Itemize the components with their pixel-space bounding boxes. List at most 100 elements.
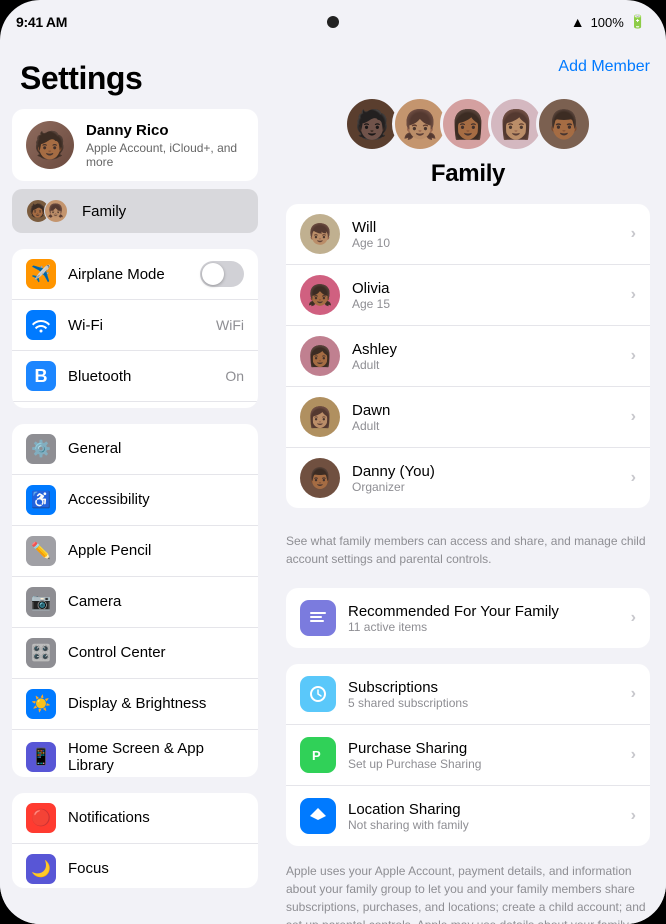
purchase-sharing-icon: P (300, 737, 336, 773)
settings-camera[interactable]: 📷 Camera (12, 577, 258, 628)
settings-airplane-mode[interactable]: ✈️ Airplane Mode (12, 249, 258, 300)
right-header: Add Member (286, 44, 650, 86)
member-will-name: Will (352, 219, 619, 236)
chevron-icon: › (631, 225, 636, 243)
family-avatars-large: 🧑🏿 👧🏽 👩🏾 👩🏽 👨🏾 (286, 96, 650, 152)
member-danny-avatar: 👨🏾 (300, 458, 340, 498)
status-bar: 9:41 AM ▲ 100% 🔋 (0, 0, 666, 44)
status-time: 9:41 AM (16, 14, 67, 30)
settings-group-1: ✈️ Airplane Mode Wi-Fi W (12, 249, 258, 408)
member-dawn-avatar: 👩🏽 (300, 397, 340, 437)
subscriptions-sub: 5 shared subscriptions (348, 696, 619, 710)
member-ashley-age: Adult (352, 358, 619, 372)
settings-notifications[interactable]: 🔴 Notifications (12, 793, 258, 844)
location-sharing-info: Location Sharing Not sharing with family (348, 801, 619, 832)
bluetooth-value: On (225, 368, 244, 384)
settings-home-screen[interactable]: 📱 Home Screen & App Library (12, 730, 258, 777)
member-ashley-avatar: 👩🏾 (300, 336, 340, 376)
chevron-recommended: › (631, 609, 636, 627)
user-card[interactable]: 🧑🏾 Danny Rico Apple Account, iCloud+, an… (12, 109, 258, 181)
settings-group-3: 🔴 Notifications 🌙 Focus ⏱️ Screen Time (12, 793, 258, 888)
home-screen-label: Home Screen & App Library (68, 740, 244, 774)
user-info: Danny Rico Apple Account, iCloud+, and m… (86, 122, 244, 169)
subscriptions-info: Subscriptions 5 shared subscriptions (348, 679, 619, 710)
airplane-mode-label: Airplane Mode (68, 266, 188, 283)
family-avatar-2: 👧🏽 (44, 199, 68, 223)
control-center-label: Control Center (68, 644, 244, 661)
feature-subscriptions[interactable]: Subscriptions 5 shared subscriptions › (286, 664, 650, 725)
accessibility-icon: ♿ (26, 485, 56, 515)
settings-group-2: ⚙️ General ♿ Accessibility ✏️ Apple Penc… (12, 424, 258, 777)
settings-control-center[interactable]: 🎛️ Control Center (12, 628, 258, 679)
general-label: General (68, 440, 244, 457)
feature-location-sharing[interactable]: Location Sharing Not sharing with family… (286, 786, 650, 846)
member-dawn-age: Adult (352, 419, 619, 433)
user-name: Danny Rico (86, 122, 244, 139)
purchase-sharing-name: Purchase Sharing (348, 740, 619, 757)
camera-label: Camera (68, 593, 244, 610)
feature-recommended[interactable]: Recommended For Your Family 11 active it… (286, 588, 650, 648)
location-sharing-icon (300, 798, 336, 834)
settings-display[interactable]: ☀️ Display & Brightness (12, 679, 258, 730)
wifi-label: Wi-Fi (68, 317, 204, 334)
bluetooth-icon: B (26, 361, 56, 391)
settings-focus[interactable]: 🌙 Focus (12, 844, 258, 888)
subscriptions-name: Subscriptions (348, 679, 619, 696)
status-right: ▲ 100% 🔋 (571, 14, 646, 30)
member-danny-age: Organizer (352, 480, 619, 494)
purchase-sharing-info: Purchase Sharing Set up Purchase Sharing (348, 740, 619, 771)
family-sidebar-item[interactable]: 🧑🏾 👧🏽 Family (12, 189, 258, 233)
privacy-text: Apple uses your Apple Account, payment d… (286, 864, 646, 924)
settings-apple-pencil[interactable]: ✏️ Apple Pencil (12, 526, 258, 577)
airplane-mode-toggle[interactable] (200, 261, 244, 287)
add-member-button[interactable]: Add Member (558, 58, 650, 76)
right-panel: Add Member 🧑🏿 👧🏽 👩🏾 👩🏽 👨🏾 Family 👦🏽 Will… (270, 44, 666, 924)
subscriptions-icon (300, 676, 336, 712)
features-card: Recommended For Your Family 11 active it… (286, 588, 650, 648)
chevron-subscriptions: › (631, 685, 636, 703)
notifications-icon: 🔴 (26, 803, 56, 833)
display-icon: ☀️ (26, 689, 56, 719)
chevron-location: › (631, 807, 636, 825)
focus-label: Focus (68, 860, 244, 877)
user-avatar: 🧑🏾 (26, 121, 74, 169)
svg-text:P: P (312, 748, 321, 763)
chevron-icon-5: › (631, 469, 636, 487)
wifi-settings-icon (26, 310, 56, 340)
recommended-name: Recommended For Your Family (348, 603, 619, 620)
family-description: See what family members can access and s… (286, 524, 650, 576)
member-danny[interactable]: 👨🏾 Danny (You) Organizer › (286, 448, 650, 508)
fam-avatar-5: 👨🏾 (536, 96, 592, 152)
chevron-icon-4: › (631, 408, 636, 426)
settings-general[interactable]: ⚙️ General (12, 424, 258, 475)
member-ashley-name: Ashley (352, 341, 619, 358)
settings-bluetooth[interactable]: B Bluetooth On (12, 351, 258, 402)
member-will[interactable]: 👦🏽 Will Age 10 › (286, 204, 650, 265)
apple-pencil-label: Apple Pencil (68, 542, 244, 559)
member-dawn-info: Dawn Adult (352, 402, 619, 433)
member-olivia[interactable]: 👧🏾 Olivia Age 15 › (286, 265, 650, 326)
notifications-label: Notifications (68, 809, 244, 826)
member-dawn[interactable]: 👩🏽 Dawn Adult › (286, 387, 650, 448)
settings-accessibility[interactable]: ♿ Accessibility (12, 475, 258, 526)
wifi-value: WiFi (216, 317, 244, 333)
main-content: Settings 🧑🏾 Danny Rico Apple Account, iC… (0, 44, 666, 924)
battery-text: 100% (591, 15, 624, 30)
notch (327, 16, 339, 28)
feature-purchase-sharing[interactable]: P Purchase Sharing Set up Purchase Shari… (286, 725, 650, 786)
member-will-info: Will Age 10 (352, 219, 619, 250)
settings-cellular[interactable]: Cellular Data (12, 402, 258, 408)
toggle-knob (202, 263, 224, 285)
member-dawn-name: Dawn (352, 402, 619, 419)
display-label: Display & Brightness (68, 695, 244, 712)
member-olivia-avatar: 👧🏾 (300, 275, 340, 315)
member-ashley[interactable]: 👩🏾 Ashley Adult › (286, 326, 650, 387)
settings-title: Settings (0, 44, 270, 109)
member-danny-name: Danny (You) (352, 463, 619, 480)
settings-wifi[interactable]: Wi-Fi WiFi (12, 300, 258, 351)
airplane-mode-icon: ✈️ (26, 259, 56, 289)
family-panel-title: Family (286, 160, 650, 188)
chevron-icon-2: › (631, 286, 636, 304)
sharing-features-card: Subscriptions 5 shared subscriptions › P… (286, 664, 650, 846)
member-olivia-info: Olivia Age 15 (352, 280, 619, 311)
